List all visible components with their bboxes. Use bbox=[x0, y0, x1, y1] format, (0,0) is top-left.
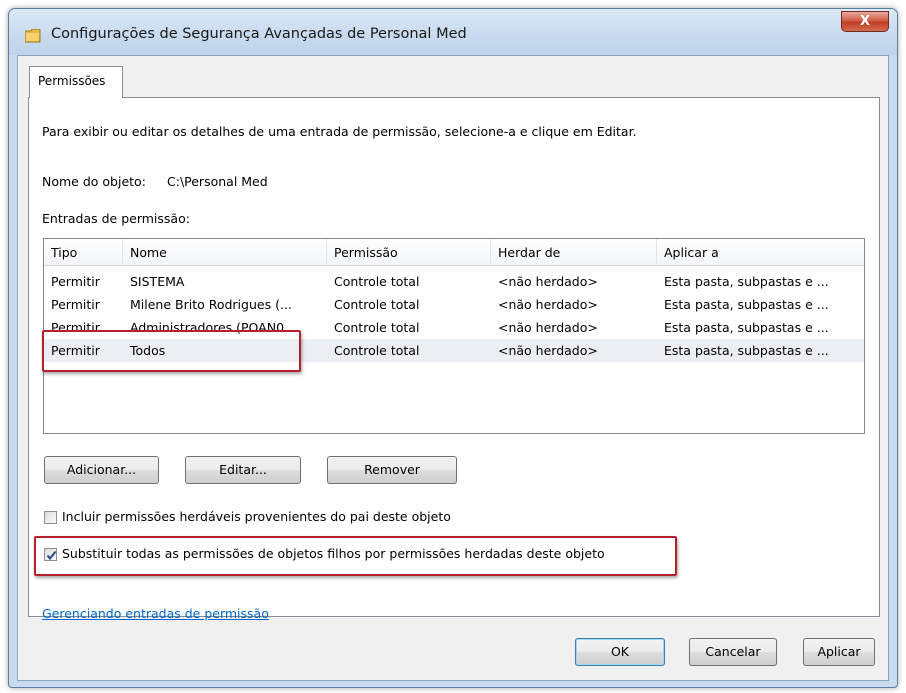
tab-permissions[interactable]: Permissões bbox=[29, 66, 123, 98]
edit-button[interactable]: Editar... bbox=[185, 456, 301, 484]
managing-permission-entries-link[interactable]: Gerenciando entradas de permissão bbox=[42, 606, 269, 621]
dialog-body: Permissões Para exibir ou editar os deta… bbox=[17, 55, 889, 681]
permissions-panel: Para exibir ou editar os detalhes de uma… bbox=[28, 97, 880, 621]
cell-permission: Controle total bbox=[334, 320, 420, 335]
permission-entries-label: Entradas de permissão: bbox=[42, 211, 190, 226]
table-row[interactable]: Permitir SISTEMA Controle total <não her… bbox=[44, 270, 864, 293]
close-button[interactable]: X bbox=[841, 11, 889, 32]
ok-button[interactable]: OK bbox=[575, 638, 665, 666]
cell-inherited-from: <não herdado> bbox=[498, 320, 598, 335]
cell-inherited-from: <não herdado> bbox=[498, 274, 598, 289]
list-header: Tipo Nome Permissão Herdar de Aplicar a bbox=[44, 239, 864, 266]
advanced-security-dialog: Configurações de Segurança Avançadas de … bbox=[8, 8, 898, 688]
column-header-type[interactable]: Tipo bbox=[44, 239, 123, 266]
object-name-label: Nome do objeto: bbox=[42, 174, 146, 189]
cell-type: Permitir bbox=[51, 274, 100, 289]
include-inheritable-checkbox[interactable] bbox=[44, 511, 57, 524]
column-header-apply-to[interactable]: Aplicar a bbox=[657, 239, 865, 266]
table-row[interactable]: Permitir Milene Brito Rodrigues (... Con… bbox=[44, 293, 864, 316]
cell-apply-to: Esta pasta, subpastas e ... bbox=[664, 320, 829, 335]
column-header-name[interactable]: Nome bbox=[123, 239, 327, 266]
cell-permission: Controle total bbox=[334, 297, 420, 312]
window-title: Configurações de Segurança Avançadas de … bbox=[51, 26, 467, 42]
include-inheritable-label[interactable]: Incluir permissões herdáveis proveniente… bbox=[62, 509, 451, 524]
cell-permission: Controle total bbox=[334, 274, 420, 289]
add-button[interactable]: Adicionar... bbox=[44, 456, 159, 484]
cell-name: Milene Brito Rodrigues (... bbox=[130, 297, 292, 312]
remove-button[interactable]: Remover bbox=[327, 456, 457, 484]
folder-icon bbox=[24, 28, 41, 43]
title-bar: Configurações de Segurança Avançadas de … bbox=[9, 9, 897, 55]
cell-apply-to: Esta pasta, subpastas e ... bbox=[664, 297, 829, 312]
cell-inherited-from: <não herdado> bbox=[498, 297, 598, 312]
highlight-box-replace-checkbox bbox=[34, 536, 677, 576]
column-header-inherited-from[interactable]: Herdar de bbox=[491, 239, 657, 266]
cell-apply-to: Esta pasta, subpastas e ... bbox=[664, 274, 829, 289]
cell-permission: Controle total bbox=[334, 343, 420, 358]
cell-name: SISTEMA bbox=[130, 274, 185, 289]
close-icon: X bbox=[859, 14, 871, 29]
column-header-permission[interactable]: Permissão bbox=[327, 239, 491, 266]
cell-type: Permitir bbox=[51, 297, 100, 312]
cell-inherited-from: <não herdado> bbox=[498, 343, 598, 358]
cell-apply-to: Esta pasta, subpastas e ... bbox=[664, 343, 829, 358]
apply-button[interactable]: Aplicar bbox=[803, 638, 875, 666]
cancel-button[interactable]: Cancelar bbox=[689, 638, 777, 666]
highlight-box-todos-row bbox=[42, 330, 301, 372]
object-name-value: C:\Personal Med bbox=[167, 174, 268, 189]
instructions-text: Para exibir ou editar os detalhes de uma… bbox=[42, 124, 637, 139]
